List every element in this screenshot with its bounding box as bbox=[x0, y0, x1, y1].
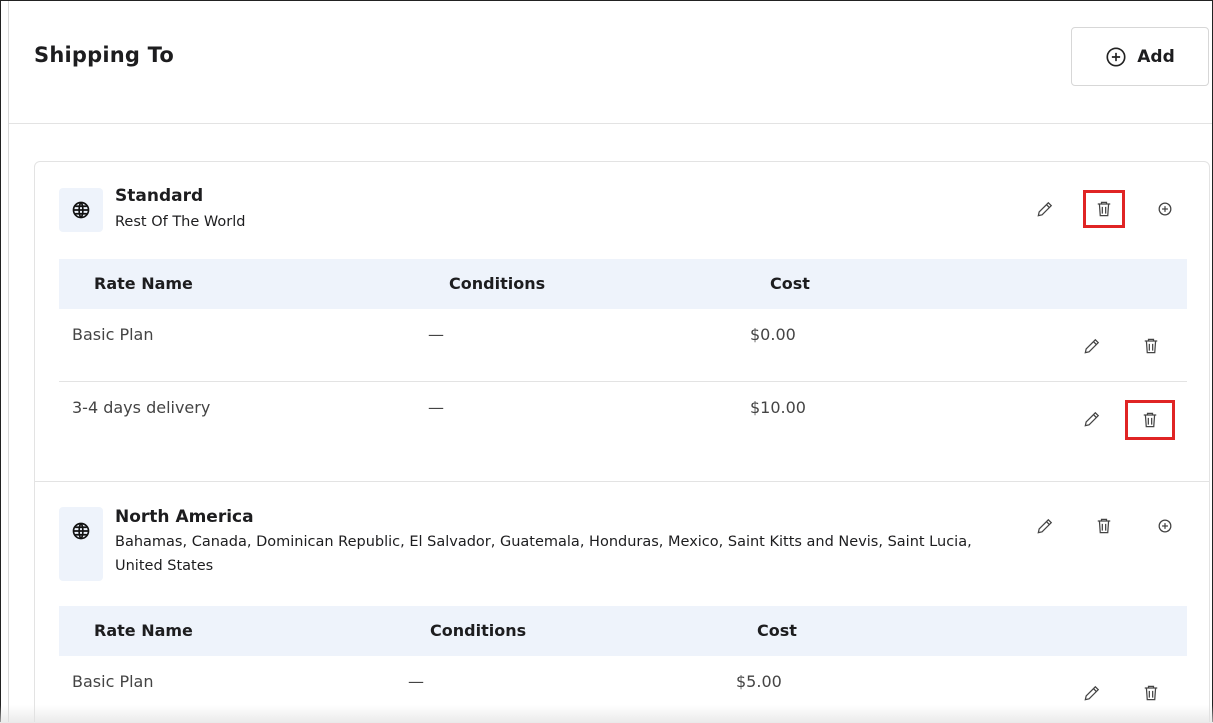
page-header: Shipping To Add bbox=[9, 1, 1212, 124]
delete-rate-button[interactable] bbox=[1134, 329, 1168, 363]
column-header-cost: Cost bbox=[770, 274, 810, 293]
rate-name: Basic Plan bbox=[72, 672, 154, 691]
rate-cost: $5.00 bbox=[736, 672, 782, 691]
edit-zone-button[interactable] bbox=[1028, 509, 1062, 543]
edit-rate-button[interactable] bbox=[1075, 402, 1109, 436]
trash-icon bbox=[1097, 201, 1111, 217]
plus-circle-icon bbox=[1158, 519, 1172, 533]
pencil-icon bbox=[1084, 338, 1100, 354]
rates-table-header: Rate Name Conditions Cost bbox=[59, 606, 1187, 656]
delete-zone-button[interactable] bbox=[1087, 509, 1121, 543]
globe-icon bbox=[72, 201, 90, 219]
rates-table-header: Rate Name Conditions Cost bbox=[59, 259, 1187, 309]
delete-rate-button[interactable] bbox=[1125, 400, 1175, 440]
plus-circle-icon bbox=[1106, 46, 1126, 67]
shipping-zone-standard: Standard Rest Of The World Rate Name Con… bbox=[35, 162, 1209, 482]
add-button[interactable]: Add bbox=[1071, 27, 1209, 86]
zone-name: North America bbox=[115, 507, 254, 527]
globe-icon bbox=[72, 522, 90, 540]
page-title: Shipping To bbox=[34, 43, 174, 67]
rate-conditions: — bbox=[408, 672, 424, 691]
shipping-zone-north-america: North America Bahamas, Canada, Dominican… bbox=[35, 482, 1209, 722]
pencil-icon bbox=[1037, 518, 1053, 534]
pencil-icon bbox=[1084, 411, 1100, 427]
app-frame: Shipping To Add Standard Rest Of The Wor… bbox=[0, 0, 1213, 722]
column-header-conditions: Conditions bbox=[430, 621, 527, 640]
shipping-zones-panel: Standard Rest Of The World Rate Name Con… bbox=[34, 161, 1210, 722]
column-header-rate-name: Rate Name bbox=[94, 621, 193, 640]
rate-conditions: — bbox=[428, 398, 444, 417]
plus-circle-icon bbox=[1158, 202, 1172, 216]
zone-icon-box bbox=[59, 507, 103, 581]
column-header-rate-name: Rate Name bbox=[94, 274, 193, 293]
trash-icon bbox=[1144, 685, 1158, 701]
table-row: 3-4 days delivery — $10.00 bbox=[59, 382, 1187, 454]
trash-icon bbox=[1144, 338, 1158, 354]
pencil-icon bbox=[1037, 201, 1053, 217]
edit-zone-button[interactable] bbox=[1028, 192, 1062, 226]
delete-zone-button[interactable] bbox=[1083, 190, 1125, 228]
zone-icon-box bbox=[59, 188, 103, 232]
zone-description: Rest Of The World bbox=[115, 214, 246, 230]
rate-cost: $0.00 bbox=[750, 325, 796, 344]
rate-name: 3-4 days delivery bbox=[72, 398, 211, 417]
rate-name: Basic Plan bbox=[72, 325, 154, 344]
zone-name: Standard bbox=[115, 186, 204, 206]
rate-conditions: — bbox=[428, 325, 444, 344]
add-button-label: Add bbox=[1137, 46, 1175, 67]
zone-description: Bahamas, Canada, Dominican Republic, El … bbox=[115, 534, 972, 574]
bottom-shadow bbox=[0, 705, 1213, 723]
rate-cost: $10.00 bbox=[750, 398, 806, 417]
column-header-cost: Cost bbox=[757, 621, 797, 640]
trash-icon bbox=[1143, 412, 1157, 428]
column-header-conditions: Conditions bbox=[449, 274, 546, 293]
add-rate-button[interactable] bbox=[1148, 509, 1182, 543]
trash-icon bbox=[1097, 518, 1111, 534]
edit-rate-button[interactable] bbox=[1075, 329, 1109, 363]
pencil-icon bbox=[1084, 685, 1100, 701]
table-row: Basic Plan — $0.00 bbox=[59, 309, 1187, 382]
add-rate-button[interactable] bbox=[1148, 192, 1182, 226]
